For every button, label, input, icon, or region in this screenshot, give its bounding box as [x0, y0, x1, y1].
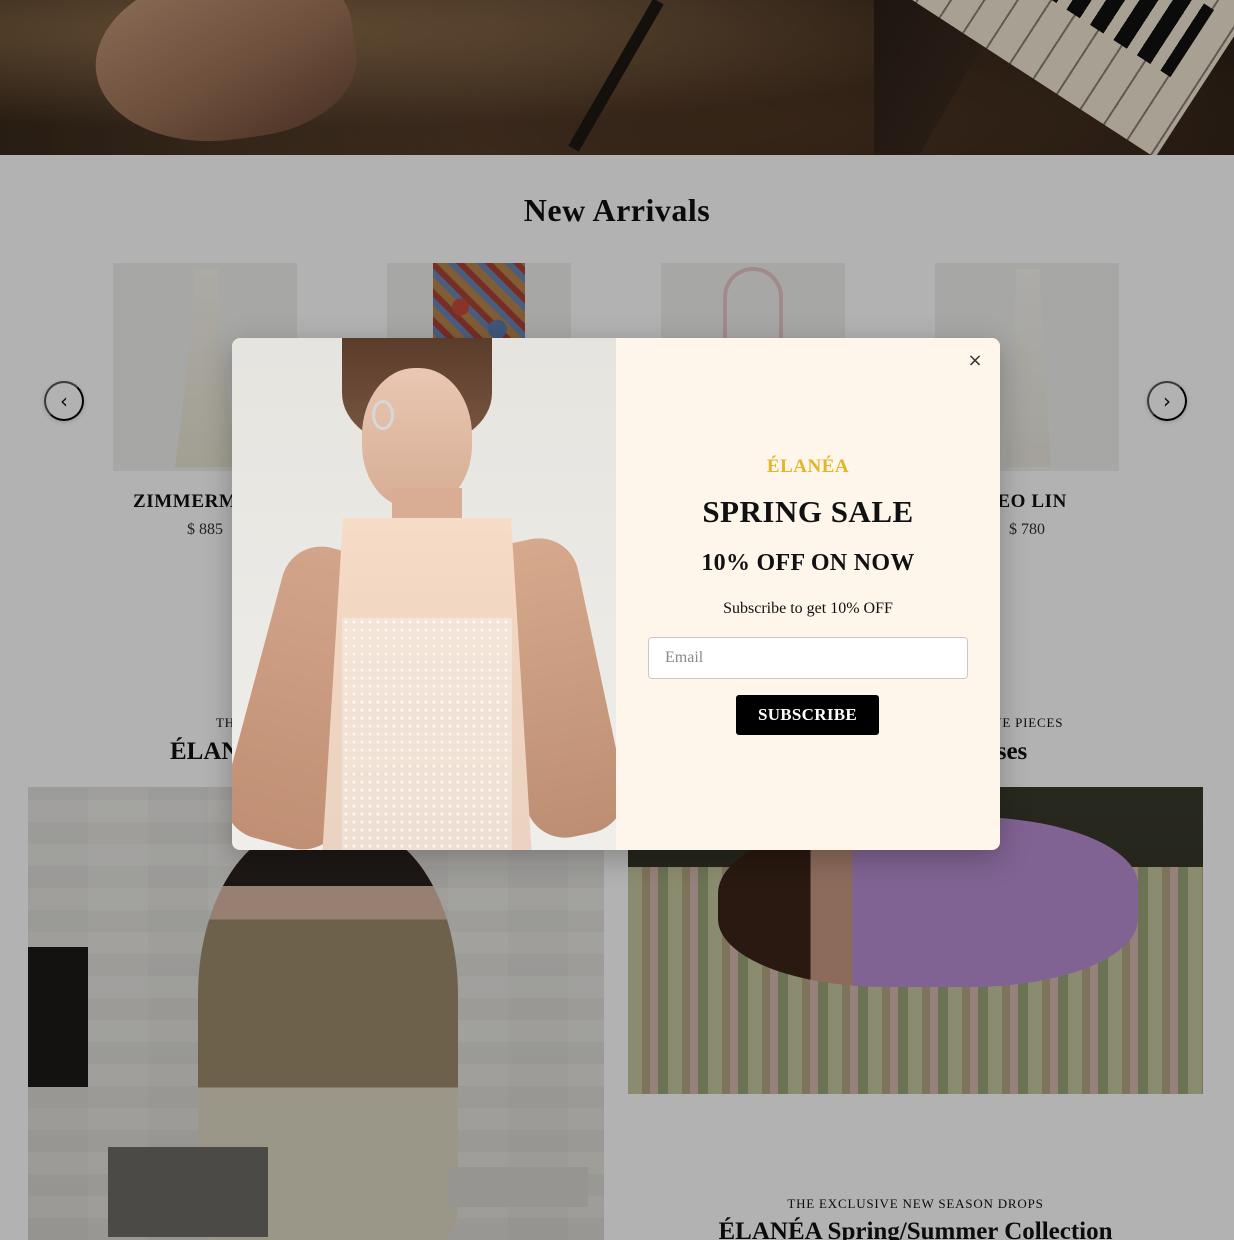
popup-offer: 10% OFF ON NOW: [701, 550, 915, 576]
subscribe-button[interactable]: SUBSCRIBE: [736, 695, 879, 735]
brand-logo-text: ÉLANÉA: [766, 456, 850, 477]
newsletter-modal: × ÉLANÉA SPRING SALE 10% OFF ON NOW Subs…: [232, 338, 1000, 850]
modal-promo-image: [232, 338, 616, 850]
close-button[interactable]: ×: [965, 351, 985, 371]
modal-content: × ÉLANÉA SPRING SALE 10% OFF ON NOW Subs…: [616, 338, 1000, 850]
close-icon: ×: [967, 350, 983, 371]
popup-headline: SPRING SALE: [702, 494, 914, 529]
email-field[interactable]: [648, 637, 968, 679]
popup-subtext: Subscribe to get 10% OFF: [723, 600, 893, 617]
